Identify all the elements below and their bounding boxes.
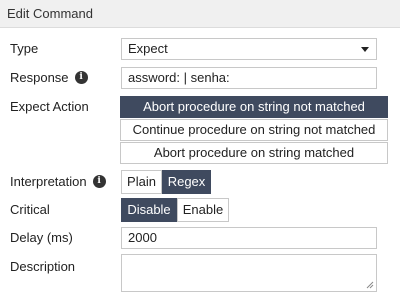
expect-action-label-text: Expect Action (10, 99, 89, 114)
response-input-value: assword: | senha: (128, 70, 230, 85)
type-select-value: Expect (128, 41, 168, 56)
expect-action-option-label: Abort procedure on string matched (153, 145, 355, 160)
expect-action-option-label: Continue procedure on string not matched (132, 122, 376, 137)
interpretation-regex-label: Regex (167, 174, 206, 189)
delay-label-text: Delay (ms) (10, 230, 73, 245)
description-label: Description (10, 259, 75, 274)
delay-input-value: 2000 (128, 230, 157, 245)
interpretation-regex-button[interactable]: Regex (162, 170, 211, 194)
expect-action-option-abort-not-matched[interactable]: Abort procedure on string not matched (120, 96, 388, 118)
critical-label: Critical (10, 202, 50, 217)
critical-enable-label: Enable (182, 202, 224, 217)
expect-action-option-label: Abort procedure on string not matched (143, 99, 365, 114)
critical-enable-button[interactable]: Enable (177, 198, 229, 222)
info-icon[interactable]: i (74, 71, 88, 84)
type-label-text: Type (10, 41, 39, 56)
critical-label-text: Critical (10, 202, 50, 217)
response-input[interactable]: assword: | senha: (121, 67, 377, 89)
expect-action-option-continue-not-matched[interactable]: Continue procedure on string not matched (120, 119, 388, 141)
interpretation-plain-label: Plain (127, 174, 156, 189)
expect-action-option-abort-matched[interactable]: Abort procedure on string matched (120, 142, 388, 164)
delay-input[interactable]: 2000 (121, 227, 377, 249)
dialog-header: Edit Command (0, 0, 400, 28)
interpretation-plain-button[interactable]: Plain (121, 170, 162, 194)
type-label: Type (10, 41, 38, 56)
critical-disable-button[interactable]: Disable (121, 198, 177, 222)
description-label-text: Description (10, 259, 76, 274)
interpretation-label-text: Interpretation (10, 174, 87, 189)
type-select[interactable]: Expect (121, 38, 377, 60)
response-label: Response i (10, 70, 88, 85)
dialog-title: Edit Command (7, 6, 93, 21)
critical-disable-label: Disable (127, 202, 171, 217)
delay-label: Delay (ms) (10, 230, 73, 245)
info-icon[interactable]: i (92, 175, 106, 188)
chevron-down-icon (361, 47, 369, 52)
resize-handle-icon[interactable] (366, 281, 374, 289)
response-label-text: Response (10, 70, 69, 85)
expect-action-label: Expect Action (10, 99, 89, 114)
interpretation-label: Interpretation i (10, 174, 106, 189)
description-textarea[interactable] (121, 254, 377, 292)
